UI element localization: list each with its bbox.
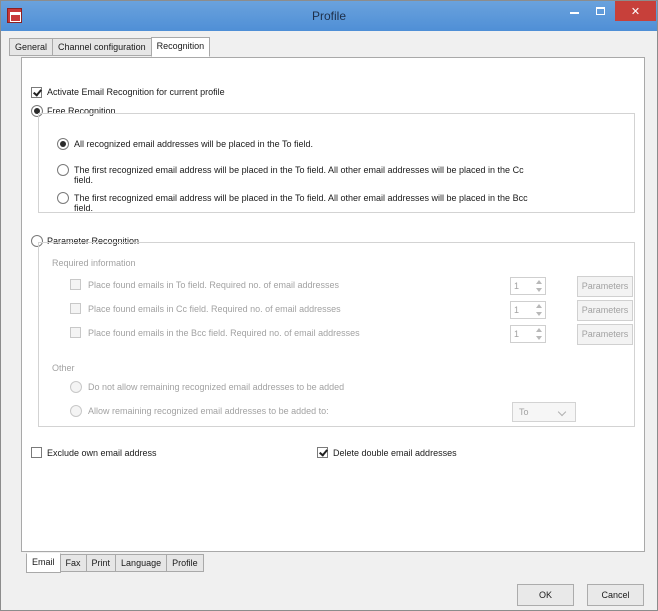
param-bcc-checkbox[interactable]: [70, 327, 81, 338]
other-no-remaining-radio[interactable]: [70, 381, 82, 393]
param-bcc-parameters-button[interactable]: Parameters: [577, 324, 633, 345]
free-option-bcc-label: The first recognized email address will …: [74, 193, 528, 203]
maximize-icon: [595, 7, 605, 15]
top-tab-strip: General Channel configuration Recognitio…: [9, 37, 211, 57]
tab-profile[interactable]: Profile: [166, 554, 204, 572]
exclude-own-checkbox[interactable]: [31, 447, 42, 458]
tab-fax[interactable]: Fax: [59, 554, 87, 572]
spin-arrows-icon[interactable]: [535, 280, 543, 292]
spin-arrows-icon[interactable]: [535, 328, 543, 340]
minimize-button[interactable]: [562, 1, 586, 21]
free-option-to-label: All recognized email addresses will be p…: [74, 139, 313, 149]
tab-language[interactable]: Language: [115, 554, 168, 572]
free-option-cc-label: The first recognized email address will …: [74, 165, 524, 175]
param-to-stepper[interactable]: 1: [510, 277, 546, 295]
param-to-label: Place found emails in To field. Required…: [88, 280, 339, 290]
activate-recognition-checkbox[interactable]: [31, 87, 42, 98]
target-field-select[interactable]: To: [512, 402, 576, 422]
free-option-to-radio[interactable]: [57, 138, 69, 150]
close-icon: ✕: [630, 5, 641, 18]
param-bcc-value: 1: [514, 329, 520, 339]
close-button[interactable]: ✕: [615, 1, 656, 21]
exclude-own-label: Exclude own email address: [47, 448, 157, 458]
chevron-down-icon: [557, 407, 567, 417]
tab-print[interactable]: Print: [85, 554, 117, 572]
free-option-bcc-radio[interactable]: [57, 192, 69, 204]
param-cc-stepper[interactable]: 1: [510, 301, 546, 319]
other-heading: Other: [52, 363, 75, 373]
tab-email[interactable]: Email: [26, 553, 61, 573]
activate-recognition-label: Activate Email Recognition for current p…: [47, 87, 225, 97]
tab-channel-configuration[interactable]: Channel configuration: [52, 38, 152, 56]
ok-button[interactable]: OK: [517, 584, 574, 606]
param-bcc-stepper[interactable]: 1: [510, 325, 546, 343]
cancel-button[interactable]: Cancel: [587, 584, 644, 606]
bottom-tab-strip: Email Fax Print Language Profile: [26, 553, 204, 573]
param-to-parameters-button[interactable]: Parameters: [577, 276, 633, 297]
window-title: Profile: [311, 9, 346, 23]
param-to-value: 1: [514, 281, 520, 291]
minimize-icon: [569, 12, 579, 14]
free-option-cc-radio[interactable]: [57, 164, 69, 176]
param-cc-label: Place found emails in Cc field. Required…: [88, 304, 341, 314]
profile-dialog: Profile ✕ General Channel configuration …: [0, 0, 658, 611]
target-field-value: To: [519, 407, 529, 417]
tab-recognition[interactable]: Recognition: [150, 37, 211, 57]
required-information-heading: Required information: [52, 258, 136, 268]
recognition-panel: Activate Email Recognition for current p…: [21, 57, 645, 552]
other-allow-remaining-radio[interactable]: [70, 405, 82, 417]
param-bcc-label: Place found emails in the Bcc field. Req…: [88, 328, 360, 338]
title-bar[interactable]: Profile ✕: [1, 1, 657, 31]
tab-general[interactable]: General: [9, 38, 54, 56]
param-cc-value: 1: [514, 305, 520, 315]
free-option-bcc-label-cont: field.: [74, 203, 94, 213]
delete-double-label: Delete double email addresses: [333, 448, 457, 458]
free-option-cc-label-cont: field.: [74, 175, 94, 185]
param-to-checkbox[interactable]: [70, 279, 81, 290]
other-allow-remaining-label: Allow remaining recognized email address…: [88, 406, 329, 416]
param-cc-checkbox[interactable]: [70, 303, 81, 314]
maximize-button[interactable]: [588, 1, 612, 21]
other-no-remaining-label: Do not allow remaining recognized email …: [88, 382, 345, 392]
param-cc-parameters-button[interactable]: Parameters: [577, 300, 633, 321]
spin-arrows-icon[interactable]: [535, 304, 543, 316]
delete-double-checkbox[interactable]: [317, 447, 328, 458]
